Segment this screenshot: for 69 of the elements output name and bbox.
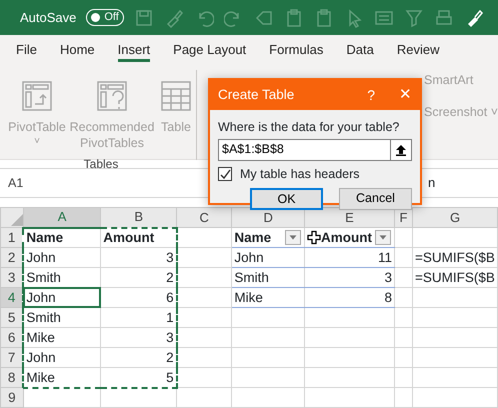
- column-header[interactable]: A: [23, 208, 101, 228]
- table-cell: Amount: [321, 229, 372, 246]
- printer-icon[interactable]: [434, 8, 454, 28]
- autosave-toggle[interactable]: Off: [86, 9, 124, 26]
- recommended-pivot-icon: [96, 80, 128, 112]
- table-cell-text: John: [26, 249, 57, 266]
- table-cell-text: Mike: [234, 289, 264, 306]
- ribbon-tab[interactable]: Formulas: [269, 35, 336, 65]
- ribbon-tab[interactable]: Insert: [118, 35, 162, 65]
- ribbon-tab[interactable]: Data: [346, 35, 386, 65]
- table-cell-text: Mike: [26, 368, 56, 386]
- prompt-text: Where is the data for your table?: [218, 119, 400, 136]
- row-header[interactable]: 8: [0, 368, 24, 388]
- pivot-table-icon: [21, 80, 53, 112]
- table-cell-text: 2: [165, 349, 174, 366]
- row-header[interactable]: 5: [0, 308, 24, 328]
- collapse-button[interactable]: [390, 138, 412, 161]
- table-cell-text: 8: [384, 289, 392, 306]
- filter-dropdown-icon[interactable]: [285, 230, 302, 245]
- column-header[interactable]: G: [412, 208, 498, 228]
- name-box[interactable]: A1: [8, 174, 128, 192]
- filter-icon[interactable]: [404, 8, 424, 28]
- table-cell-text: Mike: [26, 329, 56, 346]
- row-header[interactable]: 2: [0, 248, 24, 268]
- table-cell-text: 6: [165, 289, 174, 306]
- ribbon-tab[interactable]: File: [16, 35, 49, 65]
- table-cell-text: Smith: [234, 269, 270, 286]
- table-cell: =SUMIFS($B: [415, 269, 495, 286]
- table-cell-text: 11: [377, 249, 392, 266]
- table-cell-text: 1: [165, 309, 174, 326]
- filter-dropdown-icon[interactable]: [375, 230, 392, 245]
- ribbon-tab[interactable]: Page Layout: [173, 35, 258, 65]
- table-cell-text: 3: [165, 329, 174, 346]
- autosave-label: AutoSave: [20, 8, 76, 27]
- group-label: Tables: [84, 156, 118, 174]
- table-cell-text: 3: [384, 269, 392, 286]
- column-header[interactable]: B: [100, 208, 177, 228]
- column-header[interactable]: C: [176, 208, 232, 228]
- row-header[interactable]: 1: [0, 228, 24, 248]
- table-cell-text: Name: [234, 229, 272, 246]
- save-icon[interactable]: [134, 8, 154, 28]
- table-cell: John: [25, 289, 100, 306]
- row-header[interactable]: 4: [0, 288, 24, 308]
- upload-arrow-icon: [395, 144, 407, 156]
- headers-checkbox[interactable]: [218, 167, 232, 182]
- table-cell-text: Name: [26, 229, 64, 246]
- range-field[interactable]: $A$1:$B$8: [218, 138, 390, 161]
- table-cell-text: 3: [165, 249, 174, 266]
- table-cell-text: Smith: [26, 309, 62, 326]
- ribbon-tab[interactable]: Review: [396, 35, 452, 65]
- checkbox-label: My table has headers: [240, 166, 360, 183]
- table-cell-text: Amount: [103, 229, 156, 246]
- table-cell: =SUMIFS($B: [415, 249, 495, 266]
- table-cell-text: 5: [165, 368, 174, 386]
- table-cell-text: 2: [165, 269, 174, 286]
- table-cell-text: John: [234, 249, 265, 266]
- dialog-button[interactable]: Cancel: [339, 188, 412, 210]
- table-cell-text: Smith: [26, 269, 62, 286]
- row-header[interactable]: 9: [0, 388, 24, 408]
- cursor-icon: [307, 230, 322, 245]
- row-header[interactable]: 7: [0, 348, 24, 368]
- dialog-title: Create Table: [218, 86, 294, 104]
- table-cell-text: John: [26, 349, 57, 366]
- formula-text: n: [428, 174, 436, 192]
- ribbon-tab[interactable]: Home: [60, 35, 107, 65]
- table-icon: [160, 80, 192, 112]
- row-header[interactable]: 3: [0, 268, 24, 288]
- row-header[interactable]: 6: [0, 328, 24, 348]
- dialog-button[interactable]: OK: [250, 188, 323, 210]
